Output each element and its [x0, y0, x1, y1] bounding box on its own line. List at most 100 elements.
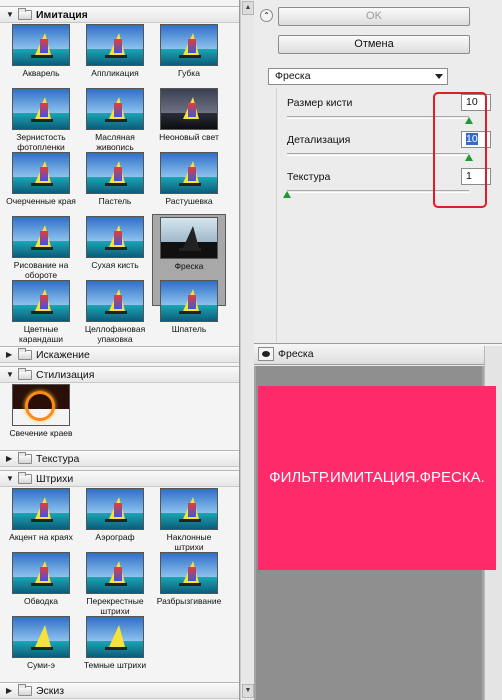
cancel-button[interactable]: Отмена	[278, 35, 470, 54]
filter-preview-image	[12, 616, 70, 658]
category-label: Искажение	[36, 348, 90, 361]
filter-thumb[interactable]: Цветные карандаши	[4, 280, 78, 344]
texture-slider-knob[interactable]	[283, 191, 291, 198]
filter-preview-image	[12, 88, 70, 130]
filter-preview-image	[86, 88, 144, 130]
filter-name: Наклонные штрихи	[166, 532, 212, 552]
filter-thumb[interactable]: Акварель	[4, 24, 78, 78]
filter-name: Обводка	[23, 596, 59, 606]
filter-thumb[interactable]: Свечение краев	[4, 384, 78, 438]
filter-preview-image	[12, 488, 70, 530]
filter-thumb[interactable]: Неоновый свет	[152, 88, 226, 142]
filter-name: Сухая кисть	[91, 260, 139, 270]
filter-name: Рисование на обороте	[13, 260, 69, 280]
filter-preview-image	[86, 24, 144, 66]
filter-thumb[interactable]: Акцент на краях	[4, 488, 78, 542]
filter-thumb[interactable]: Перекрестные штрихи	[78, 552, 152, 616]
filter-name: Акцент на краях	[9, 532, 73, 542]
filter-preview-image	[160, 24, 218, 66]
glowing-edges-art	[25, 391, 55, 421]
filter-thumb[interactable]: Темные штрихи	[78, 616, 152, 670]
filter-preview-image	[86, 616, 144, 658]
filter-preview-image	[86, 280, 144, 322]
brush-size-label: Размер кисти	[287, 97, 353, 109]
values-highlight-annotation	[433, 92, 487, 208]
double-chevron-up-icon[interactable]: ⌃	[260, 9, 273, 22]
preview-title: Фреска	[278, 348, 314, 360]
filter-select-value: Фреска	[275, 70, 311, 82]
filter-thumb[interactable]: Разбрызгивание	[152, 552, 226, 606]
filter-thumb[interactable]: Наклонные штрихи	[152, 488, 226, 552]
filter-preview-image	[12, 280, 70, 322]
filter-preview-image	[12, 216, 70, 258]
filter-name: Очерченные края	[6, 196, 76, 206]
filter-thumb[interactable]: Обводка	[4, 552, 78, 606]
collapsed-arrow-icon: ▶	[6, 350, 13, 359]
folder-icon	[18, 451, 32, 464]
filter-name: Акварель	[22, 68, 60, 78]
category-label: Текстура	[36, 452, 80, 465]
filter-thumb[interactable]: Шпатель	[152, 280, 226, 334]
texture-label: Текстура	[287, 171, 331, 183]
eye-icon[interactable]	[258, 347, 274, 361]
filter-thumb[interactable]: Растушевка	[152, 152, 226, 206]
filter-name: Целлофановая упаковка	[84, 324, 146, 344]
category-strokes[interactable]: ▼ Штрихи	[0, 470, 239, 487]
filter-thumb[interactable]: Очерченные края	[4, 152, 78, 206]
filter-thumb[interactable]: Суми-э	[4, 616, 78, 670]
category-label: Имитация	[36, 8, 88, 21]
folder-icon	[18, 367, 32, 380]
filter-thumb[interactable]: Целлофановая упаковка	[78, 280, 152, 344]
filter-preview-image	[160, 217, 218, 259]
ok-button[interactable]: OK	[278, 7, 470, 26]
filter-name: Зернистость фотопленки	[16, 132, 66, 152]
filter-thumb[interactable]: Сухая кисть	[78, 216, 152, 270]
chevron-down-icon	[435, 74, 443, 79]
filter-gallery-panel: ▼ Имитация Акварель Аппликация Губка Зер…	[0, 0, 240, 700]
scroll-up-icon[interactable]: ▲	[242, 1, 254, 15]
filter-thumb[interactable]: Масляная живопись	[78, 88, 152, 152]
category-label: Эскиз	[36, 684, 65, 697]
category-sketch[interactable]: ▶ Эскиз	[0, 682, 239, 699]
filter-name: Аппликация	[91, 68, 139, 78]
category-stylize[interactable]: ▼ Стилизация	[0, 366, 239, 383]
folder-icon	[18, 471, 32, 484]
filter-preview-image	[86, 152, 144, 194]
detail-label: Детализация	[287, 134, 351, 146]
filter-name: Суми-э	[26, 660, 56, 670]
scroll-down-icon[interactable]: ▼	[242, 684, 254, 698]
filter-name: Губка	[178, 68, 200, 78]
filter-name: Перекрестные штрихи	[86, 596, 144, 616]
collapsed-arrow-icon: ▶	[6, 454, 13, 463]
category-texture[interactable]: ▶ Текстура	[0, 450, 239, 467]
folder-icon	[18, 683, 32, 696]
filter-list-scrollbar[interactable]: ▲ ▼	[240, 0, 254, 700]
filter-thumb[interactable]: Аппликация	[78, 24, 152, 78]
category-imitation[interactable]: ▼ Имитация	[0, 6, 239, 23]
expand-arrow-icon: ▼	[6, 370, 14, 379]
filter-preview-image	[160, 552, 218, 594]
filter-name: Темные штрихи	[83, 660, 147, 670]
collapsed-arrow-icon: ▶	[6, 686, 13, 695]
filter-preview-image	[86, 552, 144, 594]
filter-preview-image	[160, 488, 218, 530]
filter-preview-image	[160, 280, 218, 322]
filter-thumb[interactable]: Губка	[152, 24, 226, 78]
filter-thumb[interactable]: Зернистость фотопленки	[4, 88, 78, 152]
filter-name: Шпатель	[171, 324, 207, 334]
filter-preview-image	[12, 552, 70, 594]
category-label: Штрихи	[36, 472, 74, 485]
category-distortion[interactable]: ▶ Искажение	[0, 346, 239, 363]
folder-icon	[18, 7, 32, 20]
filter-name: Цветные карандаши	[18, 324, 64, 344]
filter-name: Растушевка	[165, 196, 213, 206]
filter-thumb[interactable]: Аэрограф	[78, 488, 152, 542]
expand-arrow-icon: ▼	[6, 474, 14, 483]
expand-arrow-icon: ▼	[6, 10, 14, 19]
filter-thumb[interactable]: Рисование на обороте	[4, 216, 78, 280]
filter-select[interactable]: Фреска	[268, 68, 448, 85]
filter-thumb[interactable]: Пастель	[78, 152, 152, 206]
filter-name: Аэрограф	[95, 532, 135, 542]
filter-preview-image	[12, 152, 70, 194]
filter-name: Свечение краев	[9, 428, 73, 438]
